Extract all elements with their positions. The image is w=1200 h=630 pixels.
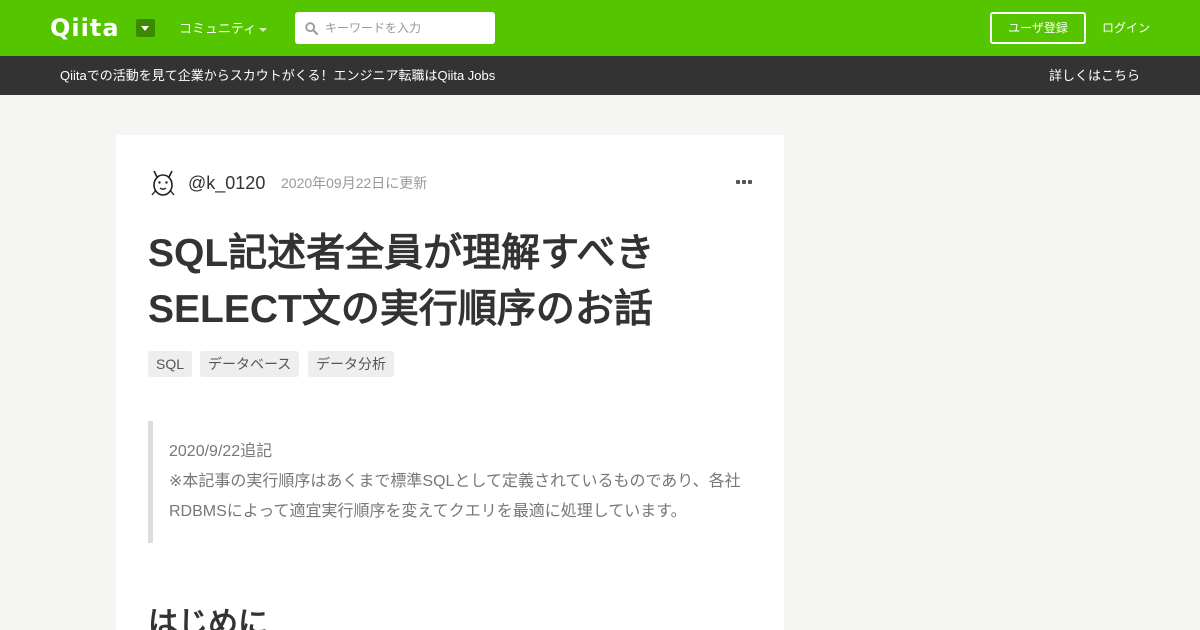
banner-details-link[interactable]: 詳しくはこちら	[1049, 68, 1140, 84]
login-link[interactable]: ログイン	[1102, 20, 1150, 36]
top-navigation-bar: Qiita コミュニティ ユーザ登録 ログイン	[0, 0, 1200, 56]
article-title-line: SQL記述者全員が理解すべき	[148, 232, 655, 275]
update-note-blockquote: 2020/9/22追記 ※本記事の実行順序はあくまで標準SQLとして定義されてい…	[148, 421, 748, 543]
section-heading-intro: はじめに	[148, 607, 268, 630]
jobs-promo-banner: Qiitaでの活動を見て企業からスカウトがくる！エンジニア転職はQiita Jo…	[0, 56, 1200, 95]
banner-message[interactable]: Qiitaでの活動を見て企業からスカウトがくる！エンジニア転職はQiita Jo…	[60, 68, 495, 84]
community-menu-label[interactable]: コミュニティ	[179, 21, 256, 37]
search-box	[295, 12, 495, 44]
more-options-icon[interactable]	[735, 176, 753, 188]
signup-button[interactable]: ユーザ登録	[990, 12, 1086, 44]
search-input[interactable]	[325, 12, 487, 44]
article-title: SQL記述者全員が理解すべき SELECT文の実行順序のお話	[148, 226, 748, 338]
tag-database[interactable]: データベース	[200, 351, 300, 377]
user-avatar[interactable]	[148, 168, 178, 198]
article-title-line: SELECT文の実行順序のお話	[148, 288, 653, 331]
note-line: ※本記事の実行順序はあくまで標準SQLとして定義されているものであり、各社	[169, 473, 741, 490]
search-icon	[305, 22, 318, 35]
article-card	[116, 135, 784, 630]
note-line: 2020/9/22追記	[169, 443, 273, 460]
tag-sql[interactable]: SQL	[148, 351, 193, 377]
tag-data-analysis[interactable]: データ分析	[308, 351, 394, 377]
note-line: RDBMSによって適宜実行順序を変えてクエリを最適に処理しています。	[169, 503, 687, 520]
author-username[interactable]: @k_0120	[188, 172, 265, 194]
logo-menu-caret-icon[interactable]	[136, 19, 155, 37]
qiita-logo[interactable]: Qiita	[50, 14, 120, 42]
community-chevron-down-icon[interactable]	[259, 28, 267, 32]
updated-date: 2020年09月22日に更新	[281, 175, 428, 191]
